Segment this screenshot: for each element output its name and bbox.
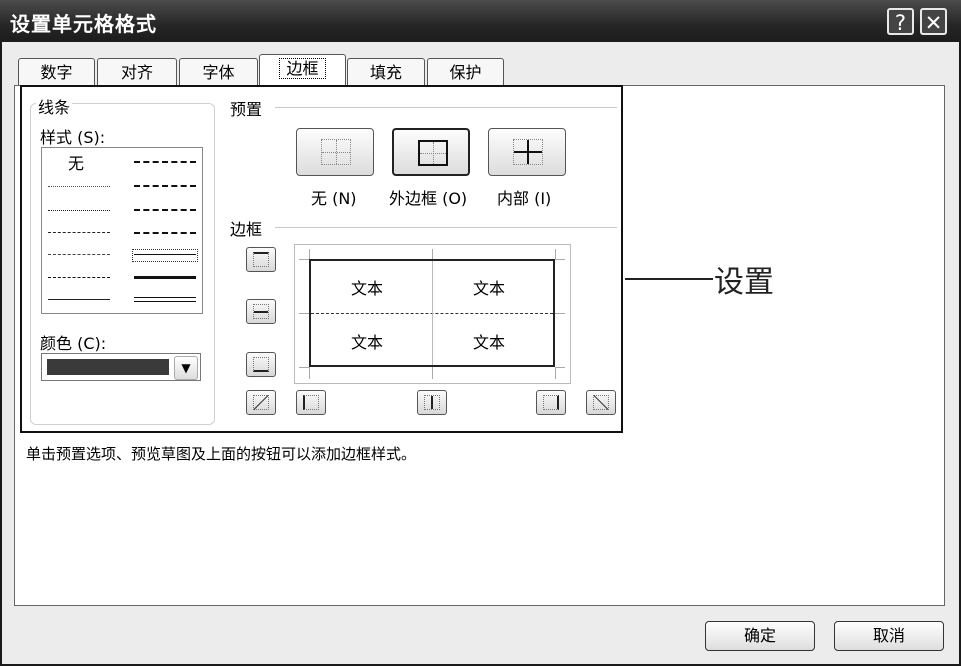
annotation-leader-line <box>625 278 713 280</box>
border-right-icon <box>543 395 559 410</box>
line-style-double[interactable] <box>134 297 196 302</box>
tab-border[interactable]: 边框 <box>259 54 346 86</box>
preset-inside-icon <box>513 139 543 165</box>
border-diagonal-down-button[interactable] <box>586 390 616 415</box>
line-style-dash-dot[interactable] <box>48 254 110 255</box>
tab-font[interactable]: 字体 <box>179 58 258 85</box>
color-dropdown[interactable]: ▼ <box>41 353 201 381</box>
line-style-dash-dot-dot[interactable] <box>48 232 110 233</box>
preview-cell-text-4: 文本 <box>473 333 506 352</box>
line-style-none[interactable]: 无 <box>68 150 84 174</box>
color-label: 颜色 (C): <box>40 334 107 353</box>
border-left-button[interactable] <box>296 390 326 415</box>
border-group-label: 边框 <box>228 216 265 240</box>
tab-number[interactable]: 数字 <box>18 58 95 85</box>
line-style-selected[interactable] <box>132 249 198 262</box>
preset-outline-button[interactable] <box>392 128 470 176</box>
border-bottom-button[interactable] <box>246 352 276 377</box>
line-style-list[interactable]: 无 <box>41 147 203 314</box>
line-style-medium-dash-dot[interactable] <box>134 209 196 211</box>
border-diagonal-up-button[interactable] <box>246 390 276 415</box>
preset-inside-label: 内部 (I) <box>497 189 552 208</box>
hint-text: 单击预置选项、预览草图及上面的按钮可以添加边框样式。 <box>26 445 417 463</box>
cancel-button[interactable]: 取消 <box>834 621 944 651</box>
preview-cell-text-2: 文本 <box>473 279 506 298</box>
chevron-down-icon[interactable]: ▼ <box>174 356 198 380</box>
line-style-thin-selected <box>134 254 196 255</box>
line-style-dotted[interactable] <box>48 210 110 211</box>
border-divider <box>275 227 617 228</box>
preview-inner-vertical <box>432 261 433 365</box>
preset-inside-button[interactable] <box>488 128 566 176</box>
border-middle-vertical-button[interactable] <box>417 390 447 415</box>
style-label: 样式 (S): <box>40 128 106 147</box>
diagonal-down-icon <box>593 395 609 410</box>
border-middle-horizontal-button[interactable] <box>246 299 276 324</box>
line-style-medium-dashed[interactable] <box>134 232 196 234</box>
preset-none-icon <box>321 139 351 165</box>
tab-alignment[interactable]: 对齐 <box>97 58 177 85</box>
border-preview[interactable]: 文本 文本 文本 文本 <box>294 244 571 384</box>
border-inside-horizontal-icon <box>253 304 269 319</box>
border-top-icon <box>253 252 269 267</box>
line-style-thick[interactable] <box>134 276 196 279</box>
line-style-medium-dash-dot-dot[interactable] <box>134 161 196 163</box>
line-style-thin[interactable] <box>48 299 110 300</box>
help-button[interactable]: ? <box>887 8 914 35</box>
border-right-button[interactable] <box>536 390 566 415</box>
preview-cell-text-1: 文本 <box>351 279 384 298</box>
preview-cell-text-3: 文本 <box>351 333 384 352</box>
dialog-title: 设置单元格格式 <box>10 12 157 36</box>
annotation-label: 设置 <box>714 265 774 300</box>
line-style-hair[interactable] <box>48 186 110 187</box>
line-style-slant-dash-dot[interactable] <box>134 185 196 187</box>
preset-none-button[interactable] <box>296 128 374 176</box>
border-bottom-icon <box>253 357 269 372</box>
tab-fill[interactable]: 填充 <box>347 58 425 85</box>
border-top-button[interactable] <box>246 247 276 272</box>
preset-outline-label: 外边框 (O) <box>389 189 468 208</box>
line-style-dashed[interactable] <box>48 277 110 278</box>
ok-button[interactable]: 确定 <box>705 621 815 651</box>
diagonal-up-icon <box>253 395 269 410</box>
presets-group-label: 预置 <box>228 96 265 120</box>
tab-border-label: 边框 <box>279 58 326 79</box>
border-left-icon <box>303 395 319 410</box>
close-button[interactable]: ✕ <box>920 8 947 35</box>
presets-divider <box>275 107 617 108</box>
border-inside-vertical-icon <box>424 395 440 410</box>
tab-protection[interactable]: 保护 <box>427 58 504 85</box>
line-group-label: 线条 <box>36 94 73 118</box>
preset-outline-icon <box>418 140 448 166</box>
preset-none-label: 无 (N) <box>311 189 357 208</box>
color-swatch <box>47 359 169 375</box>
